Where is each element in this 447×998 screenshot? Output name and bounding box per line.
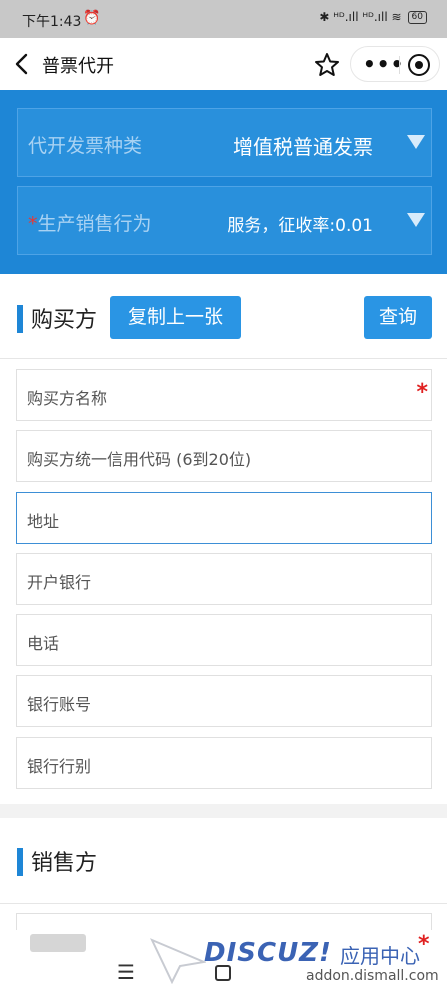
copy-previous-button[interactable]: 复制上一张	[110, 296, 241, 339]
watermark-cn: 应用中心	[340, 944, 420, 968]
nav-bar: 普票代开 •••	[0, 38, 447, 90]
bank-account-field[interactable]: 银行账号	[16, 675, 432, 727]
buyer-credit-code-field[interactable]: 购买方统一信用代码 (6到20位)	[16, 430, 432, 482]
menu-icon[interactable]: ☰	[117, 960, 135, 984]
signal-icons: ✱ ᴴᴰ.ıll ᴴᴰ.ıll ≋	[319, 10, 402, 24]
invoice-type-label: 代开发票种类	[28, 135, 143, 157]
chevron-left-icon[interactable]	[10, 50, 36, 78]
section-divider	[0, 903, 447, 904]
buyer-name-field[interactable]: 购买方名称 *	[16, 369, 432, 421]
page-title: 普票代开	[42, 56, 114, 77]
address-field[interactable]: 地址	[16, 492, 432, 544]
dropdown-triangle-icon	[407, 135, 425, 149]
field-placeholder: 银行行别	[27, 757, 92, 776]
capsule-divider	[399, 56, 400, 74]
watermark-logo: DISCUZ!	[204, 938, 332, 968]
sales-behavior-value: 服务，征收率:0.01	[227, 216, 373, 236]
invoice-type-select[interactable]: 代开发票种类 增值税普通发票	[17, 108, 432, 177]
system-nav-bar: ☰ DISCUZ! 应用中心 addon.dismall.com *	[0, 930, 447, 998]
invoice-settings-panel: 代开发票种类 增值税普通发票 *生产销售行为 服务，征收率:0.01	[0, 90, 447, 274]
status-time: 下午1:43	[22, 14, 82, 30]
dropdown-triangle-icon	[407, 213, 425, 227]
seller-section-header: 销售方	[0, 830, 447, 890]
phone-field[interactable]: 电话	[16, 614, 432, 666]
sales-behavior-label-text: 生产销售行为	[37, 213, 152, 235]
battery-icon: 60	[407, 10, 427, 24]
target-circle-icon[interactable]	[408, 54, 430, 76]
watermark: DISCUZ! 应用中心 addon.dismall.com *	[150, 932, 440, 998]
field-placeholder: 购买方统一信用代码 (6到20位)	[27, 450, 252, 469]
mini-program-capsule: •••	[350, 46, 440, 82]
watermark-url: addon.dismall.com	[306, 968, 439, 984]
cursor-arrow-icon	[150, 938, 206, 984]
required-mark: *	[416, 380, 428, 405]
section-accent-bar	[17, 848, 23, 876]
field-placeholder: 地址	[27, 512, 60, 531]
section-gap	[0, 804, 447, 818]
section-divider	[0, 358, 447, 359]
field-placeholder: 银行账号	[27, 695, 92, 714]
field-placeholder: 电话	[27, 634, 60, 653]
status-bar: 下午1:43 ⏰ ✱ ᴴᴰ.ıll ᴴᴰ.ıll ≋ 60	[0, 0, 447, 38]
status-icons: ✱ ᴴᴰ.ıll ᴴᴰ.ıll ≋ 60	[319, 10, 427, 24]
seller-section-title: 销售方	[31, 851, 98, 876]
invoice-type-value: 增值税普通发票	[233, 135, 373, 159]
required-mark: *	[418, 932, 430, 957]
alarm-clock-icon: ⏰	[83, 10, 101, 26]
bank-type-field[interactable]: 银行行别	[16, 737, 432, 789]
buyer-section-title: 购买方	[31, 308, 98, 333]
buyer-section-header: 购买方 复制上一张 查询	[0, 287, 447, 347]
sales-behavior-select[interactable]: *生产销售行为 服务，征收率:0.01	[17, 186, 432, 255]
field-placeholder: 购买方名称	[27, 389, 108, 408]
bank-field[interactable]: 开户银行	[16, 553, 432, 605]
field-placeholder: 开户银行	[27, 573, 92, 592]
blurred-text	[30, 934, 86, 952]
star-outline-icon[interactable]	[312, 50, 342, 80]
required-mark: *	[28, 213, 38, 235]
section-accent-bar	[17, 305, 23, 333]
sales-behavior-label: *生产销售行为	[28, 209, 152, 236]
query-button[interactable]: 查询	[364, 296, 432, 339]
